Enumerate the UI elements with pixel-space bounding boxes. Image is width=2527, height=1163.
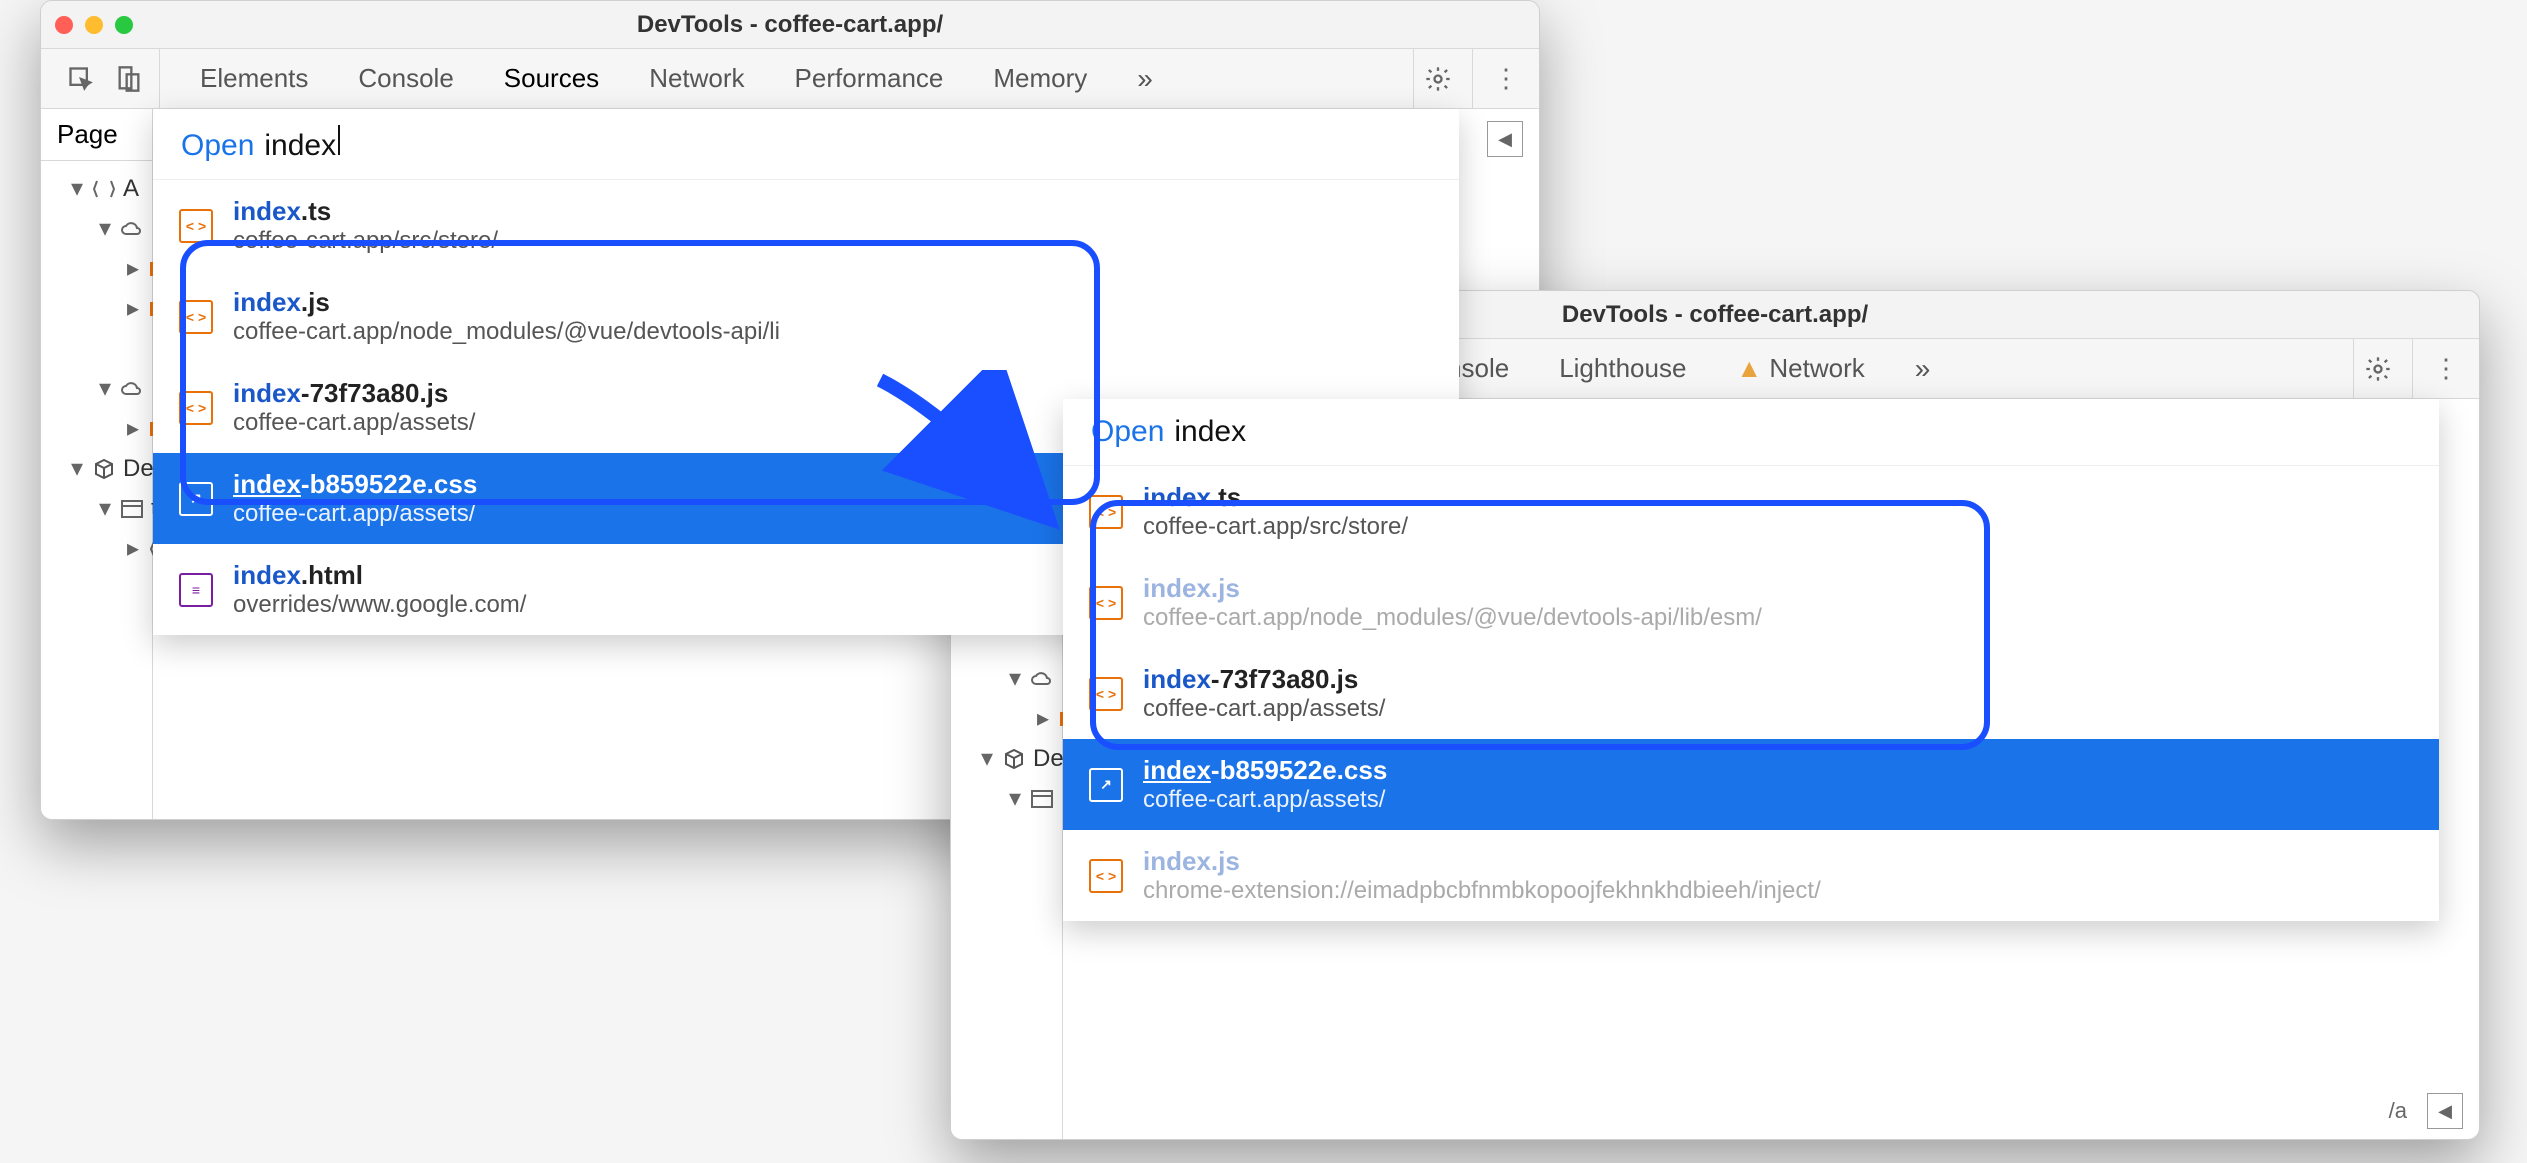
window-controls [55, 16, 133, 34]
command-query: index [1174, 415, 1246, 449]
command-result-item[interactable]: ↗ index-b859522e.csscoffee-cart.app/asset… [1063, 739, 2439, 830]
window-icon [119, 496, 145, 522]
command-result-item[interactable]: < > index.jscoffee-cart.app/node_modules/… [153, 271, 1459, 362]
tree-node-label[interactable]: De [123, 449, 154, 489]
command-result-item[interactable]: < > index-73f73a80.jscoffee-cart.app/asse… [1063, 648, 2439, 739]
window-context-icon [91, 176, 117, 202]
command-input[interactable]: Open index [153, 109, 1459, 180]
command-prefix: Open [181, 129, 254, 163]
result-path: coffee-cart.app/assets/ [233, 409, 475, 437]
js-file-icon: < > [179, 391, 213, 425]
css-file-icon: ↗ [1089, 768, 1123, 802]
tab-elements[interactable]: Elements [200, 63, 308, 94]
kebab-icon[interactable]: ⋮ [2433, 353, 2459, 384]
js-file-icon: < > [1089, 495, 1123, 529]
result-path: coffee-cart.app/assets/ [1143, 695, 1385, 723]
tree-node-label[interactable]: A [123, 169, 139, 209]
result-path: coffee-cart.app/node_modules/@vue/devtoo… [233, 318, 780, 346]
titlebar: DevTools - coffee-cart.app/ [41, 1, 1539, 49]
result-path: overrides/www.google.com/ [233, 591, 526, 619]
result-filename: index.ts [233, 196, 498, 227]
cloud-icon [119, 216, 145, 242]
settings-icon[interactable] [2364, 355, 2392, 383]
toggle-panel-icon[interactable]: ◀ [1487, 121, 1523, 157]
result-filename: index.html [233, 560, 526, 591]
window-icon [1029, 786, 1055, 812]
more-tabs-icon[interactable]: » [1915, 353, 1931, 385]
result-path: chrome-extension://eimadpbcbfnmbkopoojfe… [1143, 877, 1821, 905]
cloud-icon [119, 376, 145, 402]
result-path: coffee-cart.app/assets/ [1143, 786, 1387, 814]
command-input[interactable]: Open index [1063, 399, 2439, 466]
js-file-icon: < > [179, 300, 213, 334]
js-file-icon: < > [1089, 677, 1123, 711]
command-result-item[interactable]: < > index.jscoffee-cart.app/node_modules/… [1063, 557, 2439, 648]
html-file-icon: ≡ [179, 573, 213, 607]
maximize-window-button[interactable] [115, 16, 133, 34]
sidebar-tab-page[interactable]: Page [41, 109, 152, 161]
command-prefix: Open [1091, 415, 1164, 449]
result-filename: index-b859522e.css [233, 469, 477, 500]
command-results: < >index.tscoffee-cart.app/src/store/< >… [1063, 466, 2439, 921]
command-result-item[interactable]: < > index.jschrome-extension://eimadpbcbf… [1063, 830, 2439, 921]
command-result-item[interactable]: < > index.tscoffee-cart.app/src/store/ [153, 180, 1459, 271]
tab-sources[interactable]: Sources [504, 63, 599, 94]
result-filename: index.js [1143, 846, 1821, 877]
tab-network[interactable]: Network [649, 63, 744, 94]
result-filename: index.js [1143, 573, 1762, 604]
tab-network[interactable]: ▲ Network [1736, 353, 1864, 384]
result-filename: index-73f73a80.js [233, 378, 475, 409]
devtools-window-2: DevTools - coffee-cart.app/ Elements Sou… [950, 290, 2480, 1140]
result-filename: index.js [233, 287, 780, 318]
js-file-icon: < > [1089, 586, 1123, 620]
window-title: DevTools - coffee-cart.app/ [41, 11, 1539, 39]
command-result-item[interactable]: < > index.tscoffee-cart.app/src/store/ [1063, 466, 2439, 557]
result-path: coffee-cart.app/node_modules/@vue/devtoo… [1143, 604, 1762, 632]
device-mode-icon[interactable] [115, 65, 143, 93]
result-filename: index-b859522e.css [1143, 755, 1387, 786]
result-path: coffee-cart.app/assets/ [233, 500, 477, 528]
command-query: index [264, 129, 336, 163]
close-window-button[interactable] [55, 16, 73, 34]
result-filename: index-73f73a80.js [1143, 664, 1385, 695]
tab-memory[interactable]: Memory [993, 63, 1087, 94]
tab-performance[interactable]: Performance [795, 63, 944, 94]
css-file-icon: ↗ [179, 482, 213, 516]
kebab-icon[interactable]: ⋮ [1493, 63, 1519, 94]
js-file-icon: < > [179, 209, 213, 243]
minimize-window-button[interactable] [85, 16, 103, 34]
main-toolbar: Elements Console Sources Network Perform… [41, 49, 1539, 109]
cube-icon [91, 456, 117, 482]
cube-icon [1001, 746, 1027, 772]
js-file-icon: < > [1089, 859, 1123, 893]
warning-icon: ▲ [1736, 353, 1762, 383]
cloud-icon [1029, 666, 1055, 692]
inspect-icon[interactable] [67, 65, 95, 93]
settings-icon[interactable] [1424, 65, 1452, 93]
tree-node-label[interactable]: De [1033, 739, 1064, 779]
result-path: coffee-cart.app/src/store/ [233, 227, 498, 255]
command-menu: Open index < > index.tscoffee-cart.app/sr… [1063, 399, 2439, 921]
panel-tabs: Elements Console Sources Network Perform… [160, 63, 1413, 95]
result-path: coffee-cart.app/src/store/ [1143, 513, 1408, 541]
tab-console[interactable]: Console [358, 63, 453, 94]
more-tabs-icon[interactable]: » [1137, 63, 1153, 95]
tab-lighthouse[interactable]: Lighthouse [1559, 353, 1686, 384]
result-filename: index.ts [1143, 482, 1408, 513]
